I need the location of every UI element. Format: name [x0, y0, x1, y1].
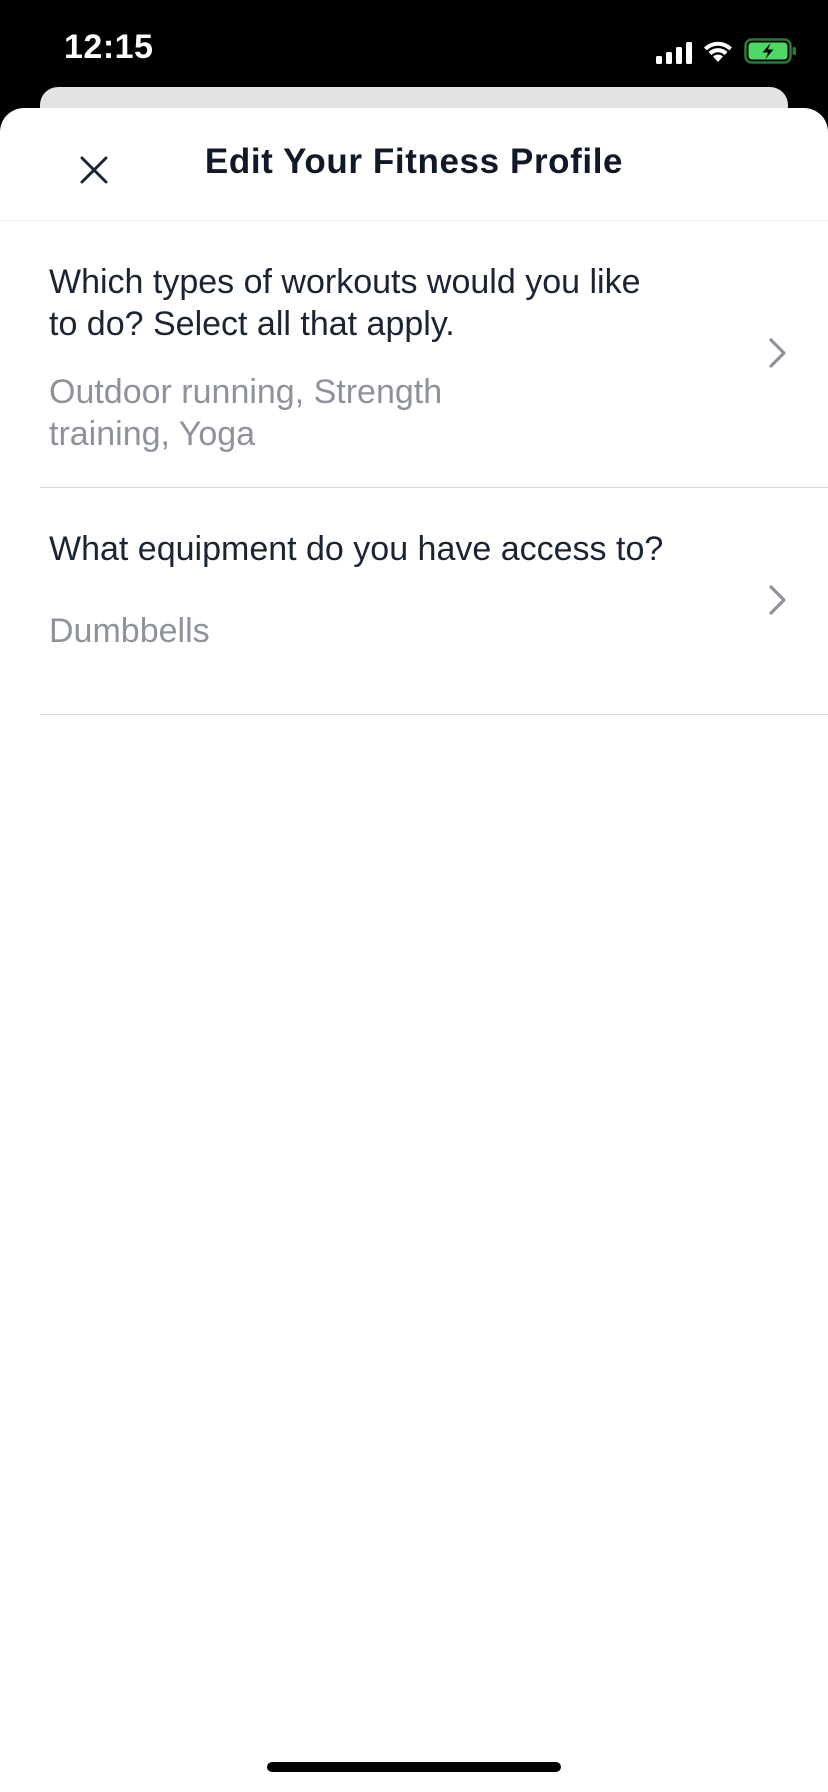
signal-icon	[656, 40, 692, 64]
question-label: Which types of workouts would you like t…	[49, 263, 641, 343]
profile-question-list: Which types of workouts would you like t…	[0, 221, 828, 715]
chevron-right-icon	[769, 585, 786, 615]
status-bar: 12:15	[0, 0, 828, 100]
fitness-profile-sheet: Edit Your Fitness Profile Which types of…	[0, 108, 828, 1792]
answer-value: Dumbbells	[49, 612, 210, 650]
sheet-header: Edit Your Fitness Profile	[0, 108, 828, 221]
status-time: 12:15	[64, 28, 154, 66]
screen: 12:15 Edit Your Fitness Profile Which ty…	[0, 0, 828, 1792]
list-item-equipment[interactable]: What equipment do you have access to? Du…	[40, 488, 828, 715]
status-icons	[656, 36, 798, 64]
wifi-icon	[702, 40, 734, 64]
page-title: Edit Your Fitness Profile	[204, 142, 624, 181]
answer-value: Outdoor running, Strength training, Yoga	[49, 373, 443, 453]
question-label: What equipment do you have access to?	[49, 530, 664, 568]
battery-charging-icon	[744, 38, 798, 64]
chevron-right-icon	[769, 338, 786, 368]
home-indicator[interactable]	[267, 1762, 561, 1772]
list-item-workout-types[interactable]: Which types of workouts would you like t…	[40, 221, 828, 488]
